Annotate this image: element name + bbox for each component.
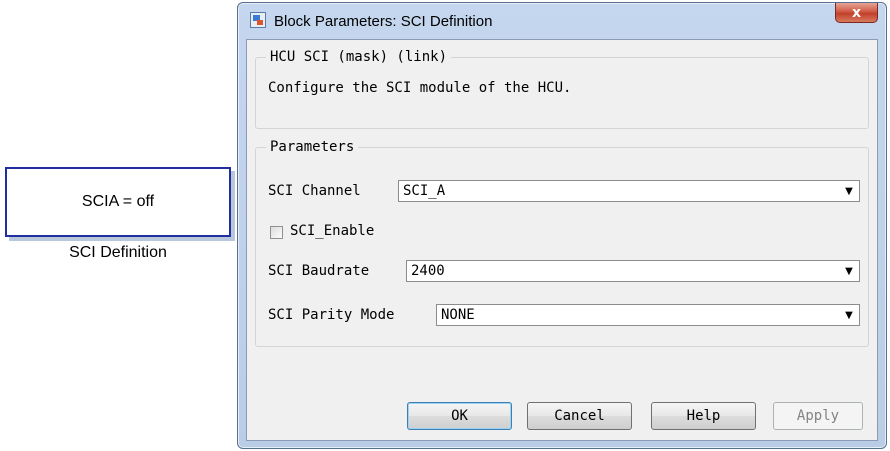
chevron-down-icon: ▼ [845,265,853,277]
parameters-group: Parameters SCI Channel SCI_A ▼ SCI_Enabl… [255,139,869,347]
ok-button[interactable]: OK [407,402,512,430]
close-button[interactable]: x [835,3,878,23]
sci-parity-label: SCI Parity Mode [268,307,395,323]
block-parameters-dialog: Block Parameters: SCI Definition x HCU S… [237,2,887,449]
sci-definition-block[interactable]: SCIA = off [5,167,231,237]
sci-parity-value: NONE [441,307,475,323]
block-name-label[interactable]: SCI Definition [5,244,231,262]
close-icon: x [851,4,862,21]
sci-baudrate-label: SCI Baudrate [268,263,370,279]
sci-enable-checkbox[interactable] [270,226,283,239]
dialog-client-area: HCU SCI (mask) (link) Configure the SCI … [246,39,878,441]
block-text: SCIA = off [81,193,155,210]
simulink-block-icon [250,12,266,28]
chevron-down-icon: ▼ [845,309,853,321]
parameters-legend: Parameters [266,139,359,155]
mask-group-legend: HCU SCI (mask) (link) [266,49,452,65]
sci-channel-label: SCI Channel [268,183,361,199]
title-bar[interactable]: Block Parameters: SCI Definition x [238,3,886,39]
cancel-button[interactable]: Cancel [527,402,632,430]
chevron-down-icon: ▼ [845,185,853,197]
sci-baudrate-select[interactable]: 2400 ▼ [406,260,860,282]
dialog-title: Block Parameters: SCI Definition [274,13,493,30]
sci-baudrate-value: 2400 [411,263,445,279]
apply-button[interactable]: Apply [773,402,863,430]
sci-channel-select[interactable]: SCI_A ▼ [398,180,860,202]
sci-channel-value: SCI_A [403,183,446,199]
mask-description: Configure the SCI module of the HCU. [268,80,572,96]
help-button[interactable]: Help [651,402,756,430]
mask-description-group: HCU SCI (mask) (link) Configure the SCI … [255,49,869,129]
sci-enable-label[interactable]: SCI_Enable [290,222,374,240]
sci-parity-select[interactable]: NONE ▼ [436,304,860,326]
